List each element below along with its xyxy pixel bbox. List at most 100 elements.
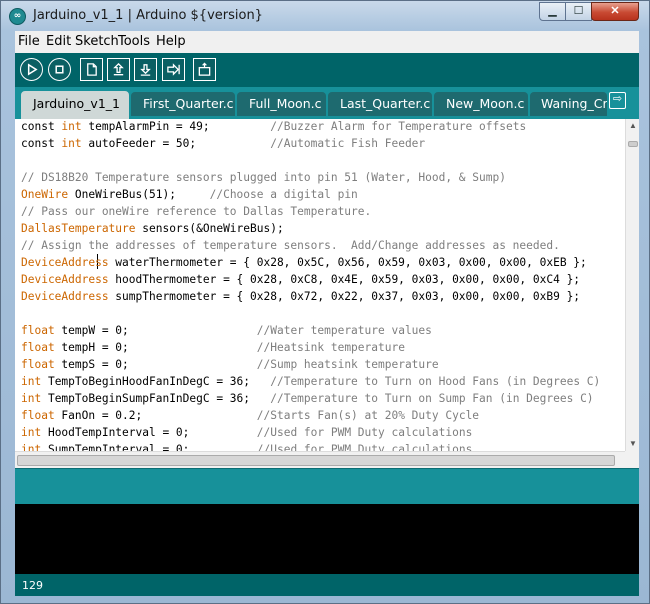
code-comment: //Used for PWM Duty calculations [256, 426, 473, 439]
code-line: const int tempAlarmPin = 49; //Buzzer Al… [21, 119, 526, 135]
code-line: DeviceAddress sumpThermometer = { 0x28, … [21, 288, 580, 305]
tab-menu-icon[interactable]: ⇨ [609, 92, 626, 109]
code-text: TempToBeginSumpFanInDegC = 36; [41, 392, 271, 405]
code-line: // DS18B20 Temperature sensors plugged i… [21, 169, 506, 186]
code-line: float tempW = 0; //Water temperature val… [21, 322, 432, 339]
status-bar: 129 [15, 574, 639, 596]
code-line: int TempToBeginSumpFanInDegC = 36; //Tem… [21, 390, 594, 407]
serial-monitor-icon [198, 62, 211, 76]
vertical-scrollbar[interactable]: ▲ ▼ [625, 119, 639, 451]
code-line: int TempToBeginHoodFanInDegC = 36; //Tem… [21, 373, 600, 390]
code-comment: //Heatsink temperature [256, 341, 405, 354]
code-comment: //Water temperature values [256, 324, 432, 337]
console-output[interactable] [15, 504, 639, 574]
code-text: const [21, 120, 62, 133]
code-text: FanOn = 0.2; [54, 409, 257, 422]
window-title: Jarduino_v1_1 | Arduino ${version} [33, 8, 263, 23]
code-comment: //Starts Fan(s) at 20% Duty Cycle [256, 409, 480, 422]
scroll-up-icon[interactable]: ▲ [628, 121, 638, 131]
code-comment: // Assign the addresses of temperature s… [21, 239, 560, 252]
new-icon [87, 63, 97, 76]
code-keyword: float [21, 341, 55, 354]
code-text: sumpThermometer = { 0x28, 0x72, 0x22, 0x… [108, 290, 581, 303]
horizontal-scrollbar[interactable] [15, 451, 625, 468]
code-text: autoFeeder = 50; [81, 137, 271, 150]
maximize-button[interactable]: ☐ [565, 2, 592, 21]
code-keyword: float [21, 324, 55, 337]
code-comment: //Buzzer Alarm for Temperature offsets [270, 120, 527, 133]
code-keyword: int [21, 375, 42, 388]
tab-waning-crescent[interactable]: Waning_Cre [530, 92, 607, 116]
code-keyword: DallasTemperature [21, 222, 136, 235]
menu-sketch[interactable]: Sketch [75, 34, 119, 49]
code-line: DeviceAddress hoodThermometer = { 0x28, … [21, 271, 580, 288]
code-text: SumpTempInterval = 0; [41, 443, 257, 451]
code-text: hoodThermometer = { 0x28, 0xC8, 0x4E, 0x… [108, 273, 581, 286]
horizontal-scroll-thumb[interactable] [17, 455, 615, 466]
menu-bar: File Edit Sketch Tools Help [15, 31, 639, 53]
code-keyword: OneWire [21, 188, 69, 201]
save-button[interactable] [134, 58, 157, 81]
code-comment: //Automatic Fish Feeder [270, 137, 426, 150]
code-line: int HoodTempInterval = 0; //Used for PWM… [21, 424, 472, 441]
tab-first-quarter[interactable]: First_Quarter.c [131, 92, 235, 116]
tab-full-moon[interactable]: Full_Moon.c [237, 92, 326, 116]
code-keyword: DeviceAddress [21, 290, 109, 303]
code-line: float tempS = 0; //Sump heatsink tempera… [21, 356, 439, 373]
code-text: tempAlarmPin = 49; [81, 120, 271, 133]
code-keyword: int [61, 137, 82, 150]
menu-file[interactable]: File [18, 34, 40, 49]
code-line: OneWire OneWireBus(51); //Choose a digit… [21, 186, 358, 203]
code-text: sensors(&OneWireBus); [135, 222, 284, 235]
code-keyword: float [21, 358, 55, 371]
arduino-app-icon: ∞ [9, 8, 26, 25]
code-comment: //Temperature to Turn on Hood Fans (in D… [270, 375, 601, 388]
stop-button[interactable] [48, 58, 71, 81]
upload-button[interactable] [162, 58, 185, 81]
scroll-down-icon[interactable]: ▼ [628, 439, 638, 449]
code-line: DeviceAddress waterThermometer = { 0x28,… [21, 254, 587, 271]
code-text: TempToBeginHoodFanInDegC = 36; [41, 375, 271, 388]
message-area [15, 468, 639, 504]
code-keyword: int [21, 426, 42, 439]
menu-edit[interactable]: Edit [46, 34, 71, 49]
code-keyword: DeviceAddress [21, 256, 109, 269]
code-text: const [21, 137, 62, 150]
verify-icon [27, 63, 38, 76]
code-editor[interactable]: const int tempAlarmPin = 49; //Buzzer Al… [15, 119, 625, 451]
scrollbar-corner [625, 451, 639, 468]
code-keyword: int [21, 443, 42, 451]
minimize-icon: ▁ [548, 5, 557, 17]
code-keyword: int [21, 392, 42, 405]
tab-last-quarter[interactable]: Last_Quarter.c [328, 92, 432, 116]
serial-monitor-button[interactable] [193, 58, 216, 81]
menu-help[interactable]: Help [156, 34, 186, 49]
minimize-button[interactable]: ▁ [539, 2, 566, 21]
open-button[interactable] [107, 58, 130, 81]
maximize-icon: ☐ [573, 5, 584, 17]
line-number: 129 [22, 579, 43, 592]
arduino-ide-window: ∞ Jarduino_v1_1 | Arduino ${version} ▁ ☐… [0, 0, 650, 604]
code-comment: //Sump heatsink temperature [256, 358, 439, 371]
code-comment: //Temperature to Turn on Sump Fan (in De… [270, 392, 594, 405]
code-line: // Pass our oneWire reference to Dallas … [21, 203, 371, 220]
code-comment: //Used for PWM Duty calculations [256, 443, 473, 451]
code-text: OneWireBus(51); [68, 188, 210, 201]
title-bar[interactable]: ∞ Jarduino_v1_1 | Arduino ${version} ▁ ☐… [1, 1, 649, 31]
code-text: tempS = 0; [54, 358, 257, 371]
code-keyword: DeviceAddress [21, 273, 109, 286]
code-comment: //Choose a digital pin [209, 188, 358, 201]
code-line: float tempH = 0; //Heatsink temperature [21, 339, 405, 356]
upload-icon [167, 63, 180, 76]
code-line: // Assign the addresses of temperature s… [21, 237, 560, 254]
new-button[interactable] [80, 58, 103, 81]
tab-jarduino[interactable]: Jarduino_v1_1 [21, 91, 129, 119]
close-button[interactable]: ✕ [591, 2, 639, 21]
code-line: int SumpTempInterval = 0; //Used for PWM… [21, 441, 472, 451]
vertical-scroll-thumb[interactable] [628, 141, 638, 147]
tab-new-moon[interactable]: New_Moon.c [434, 92, 528, 116]
stop-icon [55, 65, 64, 74]
code-comment: // Pass our oneWire reference to Dallas … [21, 205, 372, 218]
menu-tools[interactable]: Tools [118, 34, 150, 49]
verify-button[interactable] [20, 58, 43, 81]
